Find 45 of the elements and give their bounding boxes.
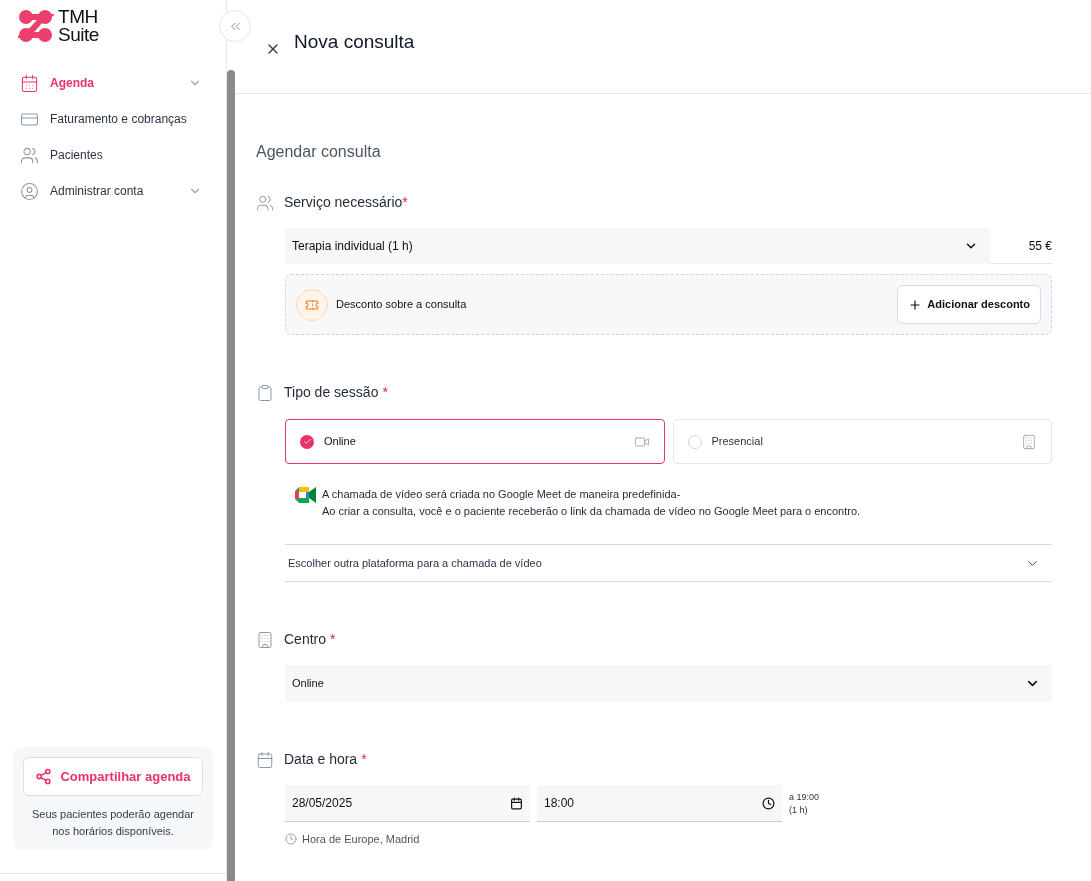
center-select[interactable]: Online	[285, 665, 1052, 702]
add-discount-button[interactable]: Adicionar desconto	[897, 285, 1041, 324]
clock-icon	[285, 833, 297, 846]
clipboard-icon	[256, 383, 274, 402]
clock-icon	[762, 796, 775, 810]
nav-item[interactable]: Administrar conta	[20, 180, 202, 202]
logo-text: TMH Suite	[58, 8, 99, 44]
section-label: Tipo de sessão *	[284, 383, 388, 402]
plus-icon	[908, 297, 923, 312]
nav-item[interactable]: Pacientes	[20, 144, 202, 166]
calendar-icon	[256, 750, 274, 769]
collapse-button[interactable]	[219, 10, 251, 42]
logo-icon	[18, 9, 54, 43]
building-icon	[256, 630, 274, 649]
service-select[interactable]: Terapia individual (1 h)	[285, 228, 990, 264]
section-label: Serviço necessário*	[284, 193, 408, 212]
nav-item[interactable]: Faturamento e cobranças	[20, 108, 202, 130]
section-heading: Agendar consulta	[256, 142, 382, 162]
time-field[interactable]: 18:00	[537, 785, 782, 822]
date-field[interactable]: 28/05/2025	[285, 785, 530, 822]
page-title: Nova consulta	[294, 30, 415, 55]
share-note: Seus pacientes poderão agendar nos horários disponíveis.	[30, 807, 196, 839]
users-icon	[20, 145, 39, 165]
building-icon	[1021, 433, 1037, 450]
users-icon	[256, 193, 274, 212]
video-call-note: A chamada de vídeo será criada no Google Meet de maneira predefinida- Ao criar a consulta, você e o paciente receberão o link da chamada de vídeo no Google Meet para o encontro.	[322, 487, 861, 519]
session-option[interactable]: Online	[285, 419, 665, 464]
scrollbar-icon	[227, 70, 235, 881]
timezone-text: Hora de Europe, Madrid	[302, 832, 420, 847]
ticket-icon	[296, 288, 328, 321]
user-icon	[20, 181, 39, 201]
share-icon	[35, 768, 53, 785]
section-label: Centro *	[284, 630, 336, 649]
end-time-text: a 19:00 (1 h)	[789, 791, 820, 817]
video-call-logo-icon	[295, 487, 316, 503]
share-agenda-button[interactable]: Compartilhar agenda	[23, 757, 203, 796]
calendar-icon	[510, 796, 523, 810]
platform-dropdown[interactable]: Escolher outra plataforma para a chamada de vídeo	[285, 544, 1052, 582]
nav-item[interactable]: Agenda	[20, 72, 202, 94]
calendar-icon	[20, 73, 39, 93]
price-field: 55 €	[990, 228, 1052, 264]
discount-label: Desconto sobre a consulta	[336, 297, 467, 313]
section-label: Data e hora *	[284, 750, 367, 769]
session-option[interactable]: Presencial	[672, 419, 1052, 464]
radio-checked-icon	[300, 434, 314, 449]
